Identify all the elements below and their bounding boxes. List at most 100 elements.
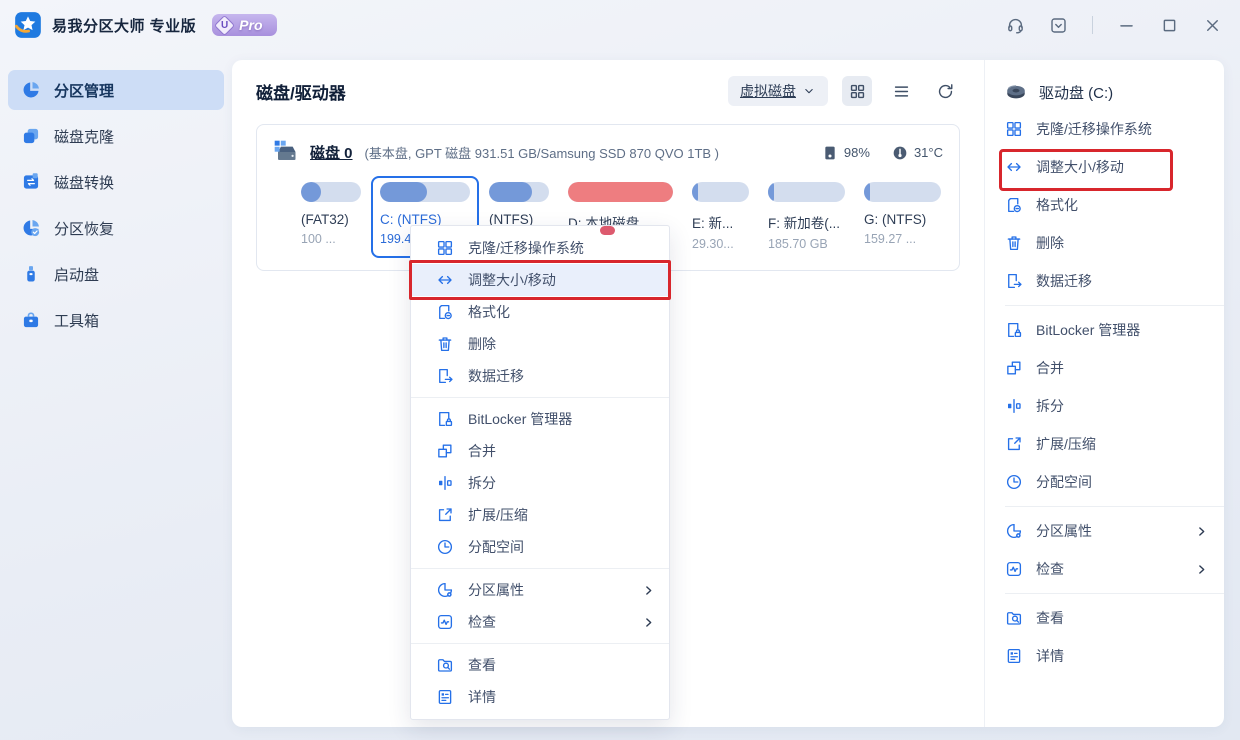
partition-bar xyxy=(864,182,941,202)
menu-item-details[interactable]: 详情 xyxy=(411,681,669,713)
sidebar-item-boot-disk[interactable]: 启动盘 xyxy=(8,254,224,294)
menu-item-label: BitLocker 管理器 xyxy=(468,409,572,429)
menu-item-label: 调整大小/移动 xyxy=(1036,157,1124,177)
disk-info-row[interactable]: 磁盘 0 (基本盘, GPT 磁盘 931.51 GB/Samsung SSD … xyxy=(273,139,943,166)
details-doc-icon xyxy=(436,688,454,706)
menu-item-label: 查看 xyxy=(1036,608,1064,628)
boot-disk-icon xyxy=(21,264,41,284)
main-header: 磁盘/驱动器 虚拟磁盘 xyxy=(232,60,984,106)
menu-item-format[interactable]: 格式化 xyxy=(411,296,669,328)
partition-label: (FAT32) xyxy=(301,212,361,227)
menu-item-view[interactable]: 查看 xyxy=(411,649,669,681)
menu-separator xyxy=(411,568,669,569)
menu-item-details[interactable]: 详情 xyxy=(1005,637,1224,675)
menu-item-partition-properties[interactable]: 分区属性 xyxy=(411,574,669,606)
menu-item-clone-migrate-os[interactable]: 克隆/迁移操作系统 xyxy=(1005,110,1224,148)
low-space-indicator xyxy=(600,226,615,235)
app-window: 易我分区大师 专业版 U Pro 分区管理磁盘克隆磁盘转换分区恢复启动盘工具箱 … xyxy=(0,0,1240,740)
sidebar-item-disk-clone[interactable]: 磁盘克隆 xyxy=(8,116,224,156)
list-view-button[interactable] xyxy=(886,76,916,106)
menu-item-resize-move[interactable]: 调整大小/移动 xyxy=(411,264,669,296)
disk-clone-icon xyxy=(21,126,41,146)
sidebar-item-partition-recovery[interactable]: 分区恢复 xyxy=(8,208,224,248)
partition-cell-6[interactable]: G: (NTFS) 159.27 ... xyxy=(864,182,941,252)
disk-drive-icon xyxy=(273,139,300,166)
app-logo-icon xyxy=(14,11,42,39)
partition-size: 185.70 GB xyxy=(768,237,845,252)
menu-item-merge[interactable]: 合并 xyxy=(1005,349,1224,387)
menu-separator xyxy=(1005,305,1224,306)
menu-item-allocate-space[interactable]: 分配空间 xyxy=(1005,463,1224,501)
menu-item-label: 数据迁移 xyxy=(1036,271,1092,291)
menu-item-extend-shrink[interactable]: 扩展/压缩 xyxy=(1005,425,1224,463)
menu-item-label: 详情 xyxy=(468,687,496,707)
folder-search-icon xyxy=(1005,609,1023,627)
refresh-button[interactable] xyxy=(930,76,960,106)
partition-bar xyxy=(568,182,673,202)
sidebar-item-label: 分区恢复 xyxy=(54,218,114,239)
disk-details: (基本盘, GPT 磁盘 931.51 GB/Samsung SSD 870 Q… xyxy=(365,143,720,162)
menu-item-label: 检查 xyxy=(468,612,496,632)
menu-item-split[interactable]: 拆分 xyxy=(1005,387,1224,425)
menu-item-delete[interactable]: 删除 xyxy=(1005,224,1224,262)
menu-item-partition-properties[interactable]: 分区属性 xyxy=(1005,512,1224,550)
menu-item-label: 分区属性 xyxy=(468,580,524,600)
thermometer-icon xyxy=(892,145,908,161)
menu-item-allocate-space[interactable]: 分配空间 xyxy=(411,531,669,563)
properties-pie-icon xyxy=(436,581,454,599)
partition-cell-0[interactable]: (FAT32)100 ... xyxy=(301,182,361,252)
toolbox-icon xyxy=(21,310,41,330)
merge-icon xyxy=(1005,359,1023,377)
sidebar-item-disk-convert[interactable]: 磁盘转换 xyxy=(8,162,224,202)
selected-drive-label: 驱动盘 (C:) xyxy=(1039,82,1113,103)
grid-view-button[interactable] xyxy=(842,76,872,106)
menu-item-resize-move[interactable]: 调整大小/移动 xyxy=(1005,148,1224,186)
partition-cell-4[interactable]: E: 新...29.30... xyxy=(692,182,749,252)
extend-shrink-icon xyxy=(436,506,454,524)
menu-separator xyxy=(1005,506,1224,507)
menu-item-merge[interactable]: 合并 xyxy=(411,435,669,467)
menu-item-label: 查看 xyxy=(468,655,496,675)
left-sidebar: 分区管理磁盘克隆磁盘转换分区恢复启动盘工具箱 xyxy=(8,70,224,346)
menu-item-delete[interactable]: 删除 xyxy=(411,328,669,360)
disk-usage-value: 98% xyxy=(844,145,870,160)
menu-item-data-migration[interactable]: 数据迁移 xyxy=(1005,262,1224,300)
disk-stats: 98% 31°C xyxy=(822,145,943,161)
partition-size: 159.27 ... xyxy=(864,232,941,247)
resize-arrows-icon xyxy=(1005,158,1023,176)
menu-item-view[interactable]: 查看 xyxy=(1005,599,1224,637)
menu-item-check[interactable]: 检查 xyxy=(1005,550,1224,588)
menu-item-label: 数据迁移 xyxy=(468,366,524,386)
support-headset-icon[interactable] xyxy=(1006,16,1025,35)
menu-item-bitlocker-manager[interactable]: BitLocker 管理器 xyxy=(1005,311,1224,349)
merge-icon xyxy=(436,442,454,460)
sidebar-item-toolbox[interactable]: 工具箱 xyxy=(8,300,224,340)
disk-name[interactable]: 磁盘 0 xyxy=(310,142,353,163)
menu-item-format[interactable]: 格式化 xyxy=(1005,186,1224,224)
menu-item-data-migration[interactable]: 数据迁移 xyxy=(411,360,669,392)
partition-label: E: 新... xyxy=(692,212,749,232)
virtual-disk-filter[interactable]: 虚拟磁盘 xyxy=(728,76,828,106)
feedback-box-icon[interactable] xyxy=(1049,16,1068,35)
pie-chart-icon xyxy=(21,80,41,100)
menu-item-check[interactable]: 检查 xyxy=(411,606,669,638)
sidebar-item-label: 启动盘 xyxy=(54,264,99,285)
menu-item-split[interactable]: 拆分 xyxy=(411,467,669,499)
sidebar-item-label: 工具箱 xyxy=(54,310,99,331)
partition-cell-5[interactable]: F: 新加卷(...185.70 GB xyxy=(768,182,845,252)
partition-label: G: (NTFS) xyxy=(864,212,941,227)
menu-item-bitlocker-manager[interactable]: BitLocker 管理器 xyxy=(411,403,669,435)
sidebar-item-partition-manager[interactable]: 分区管理 xyxy=(8,70,224,110)
submenu-arrow-icon xyxy=(642,616,655,629)
view-toolbar: 虚拟磁盘 xyxy=(728,76,960,106)
bitlocker-lock-icon xyxy=(436,410,454,428)
trash-icon xyxy=(436,335,454,353)
menu-item-label: 删除 xyxy=(468,334,496,354)
close-button[interactable] xyxy=(1203,16,1222,35)
maximize-button[interactable] xyxy=(1160,16,1179,35)
list-view-icon xyxy=(892,82,911,101)
partition-usage-fill xyxy=(692,182,698,202)
menu-item-clone-migrate-os[interactable]: 克隆/迁移操作系统 xyxy=(411,232,669,264)
minimize-button[interactable] xyxy=(1117,16,1136,35)
menu-item-extend-shrink[interactable]: 扩展/压缩 xyxy=(411,499,669,531)
